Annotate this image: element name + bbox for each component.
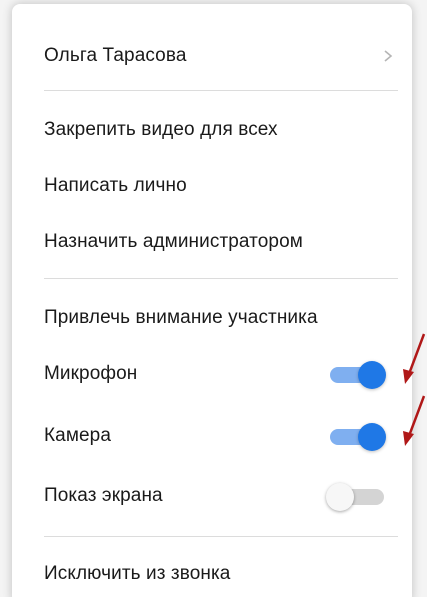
microphone-toggle[interactable]	[326, 361, 388, 389]
toggle-knob	[358, 361, 386, 389]
camera-toggle[interactable]	[326, 423, 388, 451]
microphone-toggle-row: Микрофон	[44, 354, 398, 394]
message-private-label: Написать лично	[44, 175, 187, 196]
remove-from-call-label: Исключить из звонка	[44, 563, 231, 584]
attract-attention-item[interactable]: Привлечь внимание участника	[44, 298, 398, 338]
microphone-label: Микрофон	[44, 363, 138, 384]
camera-label: Камера	[44, 425, 111, 446]
remove-from-call-item[interactable]: Исключить из звонка	[44, 554, 398, 594]
make-admin-label: Назначить администратором	[44, 231, 303, 252]
participant-name-item[interactable]: Ольга Тарасова	[44, 36, 398, 76]
participant-name: Ольга Тарасова	[44, 45, 187, 66]
screen-share-toggle[interactable]	[326, 483, 388, 511]
toggle-knob	[326, 483, 354, 511]
pin-video-item[interactable]: Закрепить видео для всех	[44, 110, 398, 150]
pin-video-label: Закрепить видео для всех	[44, 119, 278, 140]
make-admin-item[interactable]: Назначить администратором	[44, 222, 398, 262]
toggle-knob	[358, 423, 386, 451]
participant-context-menu: Ольга Тарасова Закрепить видео для всех …	[12, 4, 412, 597]
menu-divider	[44, 278, 398, 279]
menu-divider	[44, 536, 398, 537]
screen-share-label: Показ экрана	[44, 485, 163, 506]
screen-share-toggle-row: Показ экрана	[44, 476, 398, 516]
message-private-item[interactable]: Написать лично	[44, 166, 398, 206]
chevron-right-icon	[384, 50, 393, 62]
screenshot-page: Ольга Тарасова Закрепить видео для всех …	[0, 0, 427, 597]
attract-attention-label: Привлечь внимание участника	[44, 307, 318, 328]
menu-divider	[44, 90, 398, 91]
camera-toggle-row: Камера	[44, 416, 398, 456]
